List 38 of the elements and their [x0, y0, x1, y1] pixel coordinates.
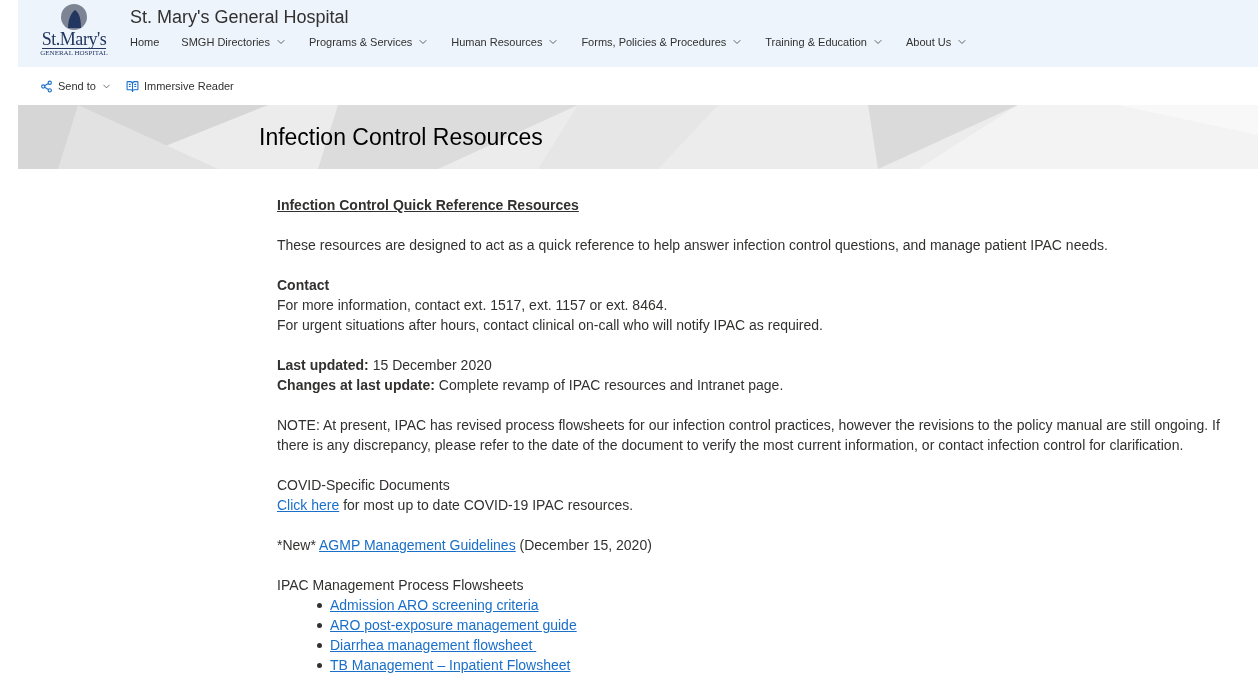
send-to-button[interactable]: Send to [40, 77, 112, 95]
page-title: Infection Control Resources [259, 122, 543, 152]
nav-link[interactable]: Forms, Policies & Procedures [581, 34, 766, 51]
body-text: These resources are designed to act as a quick reference to help answer infection control questions, and manage patient IPAC needs. [277, 237, 1108, 253]
body-text: COVID-Specific Documents [277, 477, 450, 493]
bullet-icon [317, 642, 322, 648]
body-text: For more information, contact ext. 1517, ext. 1157 or ext. 8464. [277, 297, 668, 313]
logo-emblem-icon [59, 4, 89, 30]
body-text: Changes at last update: Complete revamp of IPAC resources and Intranet page. [277, 377, 784, 393]
body-text: *New* [277, 537, 317, 553]
section-label: Contact [277, 277, 330, 293]
reader-icon [125, 79, 139, 93]
link[interactable]: ARO post-exposure management guide [330, 615, 577, 635]
link[interactable]: Diarrhea management flowsheet [330, 635, 537, 655]
immersive-reader-button[interactable]: Immersive Reader [125, 77, 234, 95]
site-title: St. Mary's General Hospital [130, 6, 350, 29]
bullet-icon [317, 602, 322, 608]
link[interactable]: Click here [277, 497, 340, 513]
bullet-icon [317, 622, 322, 628]
body-text: For urgent situations after hours, contact clinical on-call who will notify IPAC as required. [277, 317, 823, 333]
nav-link[interactable]: SMGH Directories [181, 34, 309, 51]
logo-text: St.Mary's [41, 30, 107, 49]
nav-link[interactable]: Home [130, 34, 182, 51]
section-heading: Infection Control Quick Reference Resources [277, 196, 580, 215]
nav-link[interactable]: Training & Education [765, 34, 906, 51]
body-text: Last updated: 15 December 2020 [277, 357, 492, 373]
body-text: IPAC Management Process Flowsheets [277, 577, 524, 593]
nav-link[interactable]: Programs & Services [308, 34, 452, 51]
link[interactable]: AGMP Management Guidelines [319, 537, 516, 553]
share-icon [40, 79, 53, 93]
body-text: (December 15, 2020) [518, 537, 652, 553]
nav-link[interactable]: About Us [906, 34, 991, 51]
nav-link[interactable]: Human Resources [451, 34, 582, 51]
link[interactable]: Admission ARO screening criteria [330, 595, 539, 615]
bullet-icon [317, 662, 322, 668]
link[interactable]: TB Management – Inpatient Flowsheet [330, 655, 571, 675]
body-text: NOTE: At present, IPAC has revised process flowsheets for our infection control practices, however the revisions to the policy manual are still ongoing. If there is any discrepancy, please refer to the date of the document to verify the most current information, or contact infection control for clarification. [277, 417, 1220, 453]
body-text: for most up to date COVID-19 IPAC resources. [342, 497, 634, 513]
